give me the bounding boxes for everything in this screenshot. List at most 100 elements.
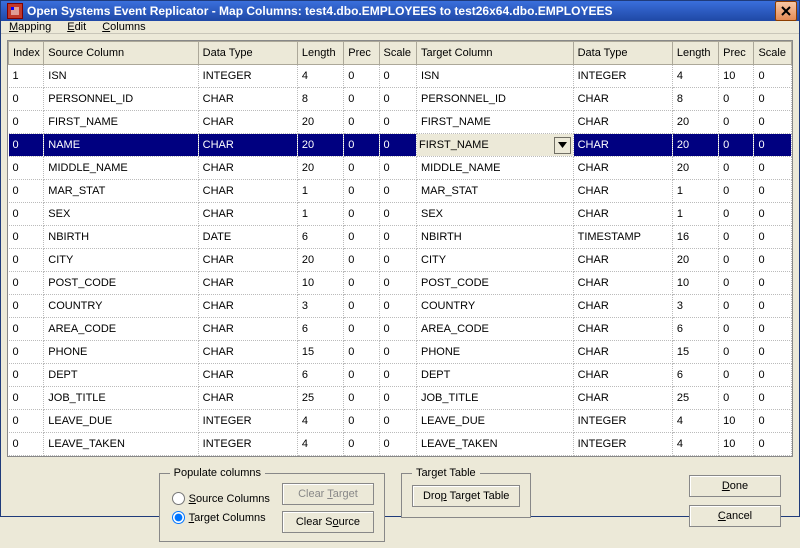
grid-cell[interactable]: 6 <box>297 226 343 249</box>
grid-cell[interactable]: 0 <box>344 364 379 387</box>
grid-cell[interactable]: CHAR <box>198 272 297 295</box>
grid-cell[interactable]: 0 <box>719 364 754 387</box>
grid-cell[interactable]: CHAR <box>573 249 672 272</box>
grid-cell[interactable]: 0 <box>719 134 754 157</box>
grid-cell[interactable]: CHAR <box>573 180 672 203</box>
grid-cell[interactable]: 0 <box>9 134 44 157</box>
grid-cell[interactable]: MAR_STAT <box>417 180 574 203</box>
grid-cell[interactable]: 20 <box>297 157 343 180</box>
menu-mapping[interactable]: Mapping <box>9 21 51 33</box>
table-row[interactable]: 0PHONECHAR1500PHONECHAR1500 <box>9 341 792 364</box>
table-row[interactable]: 0FIRST_NAMECHAR2000FIRST_NAMECHAR2000 <box>9 111 792 134</box>
table-row[interactable]: 0MAR_STATCHAR100MAR_STATCHAR100 <box>9 180 792 203</box>
grid-cell[interactable]: POST_CODE <box>44 272 198 295</box>
grid-cell[interactable]: 0 <box>9 410 44 433</box>
grid-cell[interactable]: 10 <box>672 272 718 295</box>
grid-cell[interactable]: 4 <box>672 65 718 88</box>
grid-cell[interactable]: 15 <box>297 341 343 364</box>
grid-cell[interactable]: 6 <box>672 318 718 341</box>
grid-cell[interactable]: 0 <box>9 295 44 318</box>
table-row[interactable]: 0NAMECHAR2000FIRST_NAMECHAR2000 <box>9 134 792 157</box>
grid-cell[interactable]: INTEGER <box>198 433 297 456</box>
grid-cell[interactable]: 0 <box>754 410 792 433</box>
grid-cell[interactable]: 0 <box>379 249 416 272</box>
grid-cell[interactable]: SEX <box>44 203 198 226</box>
grid-cell[interactable]: 10 <box>719 410 754 433</box>
grid-cell[interactable]: 0 <box>344 134 379 157</box>
grid-cell[interactable]: 6 <box>672 364 718 387</box>
grid-cell[interactable]: 0 <box>9 180 44 203</box>
grid-cell[interactable]: 0 <box>9 364 44 387</box>
table-row[interactable]: 0SEXCHAR100SEXCHAR100 <box>9 203 792 226</box>
grid-cell[interactable]: PERSONNEL_ID <box>417 88 574 111</box>
grid-cell[interactable]: 0 <box>9 272 44 295</box>
grid-cell[interactable]: 0 <box>344 65 379 88</box>
grid-cell[interactable]: 0 <box>754 364 792 387</box>
grid-cell[interactable]: CHAR <box>198 111 297 134</box>
grid-cell[interactable]: NAME <box>44 134 198 157</box>
grid-cell[interactable]: 0 <box>719 111 754 134</box>
grid-cell[interactable]: 10 <box>297 272 343 295</box>
grid-cell[interactable]: JOB_TITLE <box>417 387 574 410</box>
clear-source-button[interactable]: Clear Source <box>282 511 374 533</box>
grid-cell[interactable]: 0 <box>9 387 44 410</box>
done-button[interactable]: Done <box>689 475 781 497</box>
grid-cell[interactable]: 1 <box>297 203 343 226</box>
grid-cell[interactable]: 0 <box>379 364 416 387</box>
grid-cell[interactable]: 0 <box>9 157 44 180</box>
grid-header-cell[interactable]: Length <box>672 42 718 65</box>
column-mapping-grid[interactable]: IndexSource ColumnData TypeLengthPrecSca… <box>8 41 792 456</box>
grid-cell[interactable]: DEPT <box>44 364 198 387</box>
grid-cell[interactable]: 0 <box>379 65 416 88</box>
grid-cell[interactable]: 0 <box>9 203 44 226</box>
grid-cell[interactable]: 25 <box>672 387 718 410</box>
grid-cell[interactable]: 0 <box>379 180 416 203</box>
grid-cell[interactable]: LEAVE_TAKEN <box>44 433 198 456</box>
grid-cell[interactable]: CHAR <box>198 295 297 318</box>
grid-cell[interactable]: 0 <box>344 249 379 272</box>
grid-cell[interactable]: 0 <box>379 433 416 456</box>
grid-cell[interactable]: 20 <box>672 249 718 272</box>
grid-cell[interactable]: CHAR <box>573 111 672 134</box>
grid-cell[interactable]: INTEGER <box>198 65 297 88</box>
grid-cell[interactable]: 8 <box>672 88 718 111</box>
grid-cell[interactable]: CHAR <box>573 387 672 410</box>
grid-header-cell[interactable]: Length <box>297 42 343 65</box>
grid-cell[interactable]: NBIRTH <box>417 226 574 249</box>
grid-header-cell[interactable]: Data Type <box>198 42 297 65</box>
grid-cell[interactable]: 0 <box>344 157 379 180</box>
grid-cell[interactable]: NBIRTH <box>44 226 198 249</box>
grid-cell[interactable]: 0 <box>719 180 754 203</box>
grid-cell[interactable]: CHAR <box>573 318 672 341</box>
grid-cell[interactable]: 0 <box>379 387 416 410</box>
grid-cell[interactable]: CHAR <box>198 249 297 272</box>
grid-cell[interactable]: 0 <box>379 272 416 295</box>
grid-cell[interactable]: 0 <box>379 410 416 433</box>
grid-cell[interactable]: 0 <box>719 318 754 341</box>
grid-cell[interactable]: CHAR <box>573 203 672 226</box>
grid-cell[interactable]: LEAVE_DUE <box>44 410 198 433</box>
grid-cell[interactable]: JOB_TITLE <box>44 387 198 410</box>
grid-cell[interactable]: 0 <box>344 111 379 134</box>
grid-cell[interactable]: 4 <box>297 433 343 456</box>
grid-cell[interactable]: 15 <box>672 341 718 364</box>
grid-cell[interactable]: 0 <box>344 410 379 433</box>
grid-cell[interactable]: 25 <box>297 387 343 410</box>
grid-cell[interactable]: 0 <box>344 295 379 318</box>
grid-cell[interactable]: CHAR <box>198 387 297 410</box>
grid-cell[interactable]: 0 <box>754 318 792 341</box>
grid-cell[interactable]: 0 <box>379 295 416 318</box>
grid-cell[interactable]: 6 <box>297 364 343 387</box>
grid-cell[interactable]: 0 <box>719 203 754 226</box>
grid-cell[interactable]: 8 <box>297 88 343 111</box>
grid-header-cell[interactable]: Scale <box>754 42 792 65</box>
grid-cell[interactable]: 0 <box>754 134 792 157</box>
grid-cell[interactable]: CHAR <box>198 88 297 111</box>
table-row[interactable]: 0NBIRTHDATE600NBIRTHTIMESTAMP1600 <box>9 226 792 249</box>
grid-cell[interactable]: 3 <box>297 295 343 318</box>
grid-header-cell[interactable]: Data Type <box>573 42 672 65</box>
grid-cell[interactable]: COUNTRY <box>417 295 574 318</box>
grid-header-cell[interactable]: Source Column <box>44 42 198 65</box>
grid-cell[interactable]: 4 <box>297 65 343 88</box>
grid-cell[interactable]: 20 <box>672 157 718 180</box>
